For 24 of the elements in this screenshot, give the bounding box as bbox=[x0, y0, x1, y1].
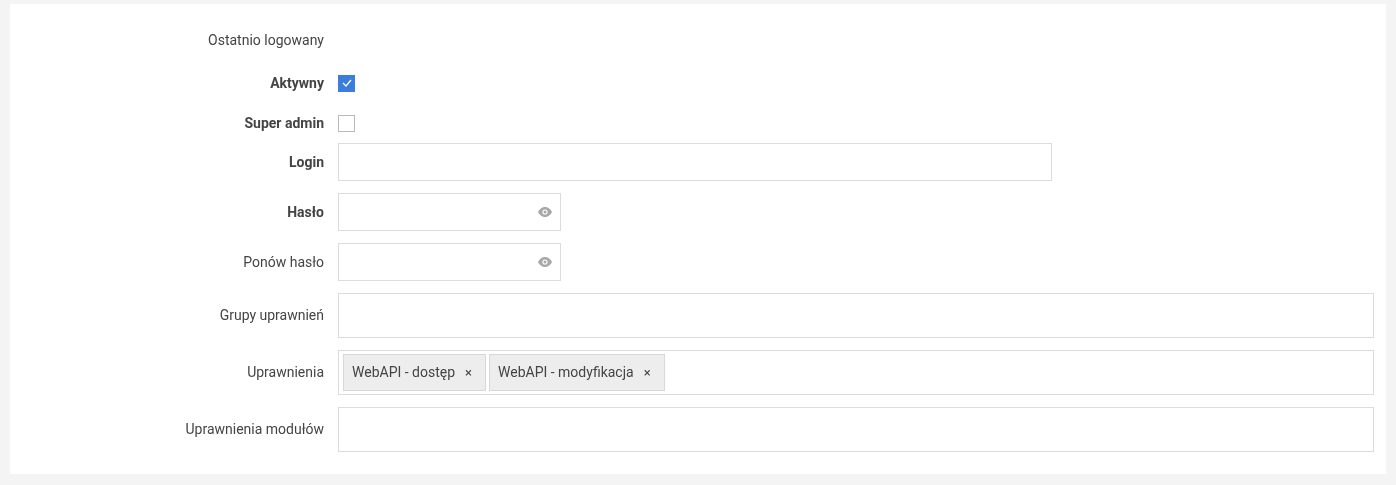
input-field[interactable] bbox=[338, 143, 1052, 181]
checkbox[interactable] bbox=[338, 114, 355, 132]
tag-remove-button[interactable]: × bbox=[643, 362, 651, 383]
eye-icon[interactable] bbox=[538, 257, 552, 267]
field-label: Aktywny bbox=[270, 73, 324, 93]
field-label: Login bbox=[288, 152, 324, 172]
field-label: Uprawnienia modułów bbox=[185, 420, 324, 439]
multiselect-field[interactable] bbox=[338, 293, 1374, 338]
checkbox[interactable] bbox=[338, 74, 355, 92]
field-label: Ostatnio logowany bbox=[208, 31, 324, 50]
password-field[interactable] bbox=[338, 193, 561, 231]
tag-label: WebAPI - dostęp bbox=[352, 363, 456, 382]
eye-icon[interactable] bbox=[538, 207, 552, 217]
password-field[interactable] bbox=[338, 243, 561, 281]
multiselect-field[interactable] bbox=[338, 407, 1374, 452]
field-label: Uprawnienia bbox=[247, 363, 324, 382]
tag-remove-button[interactable]: × bbox=[465, 362, 472, 383]
field-label: Hasło bbox=[287, 202, 324, 222]
field-label: Ponów hasło bbox=[243, 252, 324, 272]
checkmark-icon bbox=[341, 79, 352, 87]
tag-label: WebAPI - modyfikacja bbox=[498, 363, 634, 382]
field-label: Super admin bbox=[244, 113, 324, 133]
multiselect-field[interactable]: WebAPI - dostęp × WebAPI - modyfikacja × bbox=[338, 350, 1374, 395]
field-label: Grupy uprawnień bbox=[219, 306, 324, 325]
